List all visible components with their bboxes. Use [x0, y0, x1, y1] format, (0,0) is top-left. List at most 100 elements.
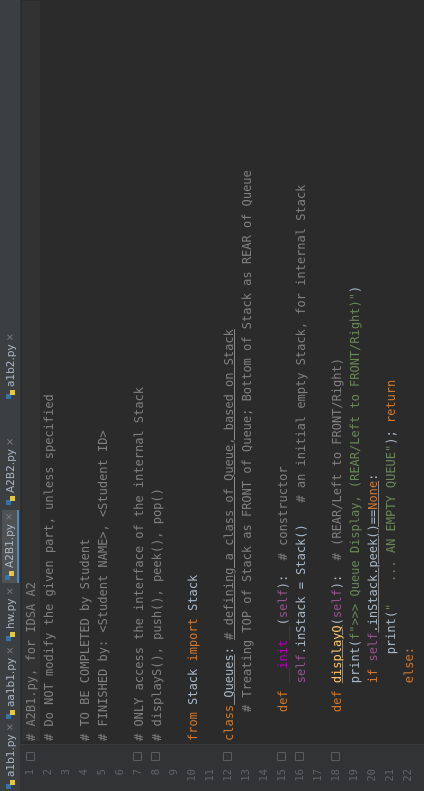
fold-marker-icon[interactable] — [26, 752, 35, 761]
code-text: : — [366, 473, 380, 481]
fold-marker-icon[interactable] — [151, 752, 160, 761]
line-number: 9 — [168, 769, 180, 776]
comment: # an initial empty Stack, for internal S… — [294, 184, 308, 503]
fold-marker-icon[interactable] — [277, 752, 286, 761]
line-number: 19 — [348, 769, 360, 782]
self-keyword: self — [276, 589, 290, 619]
code-line-2: # Do NOT modify the given part, unless s… — [40, 394, 58, 741]
python-file-icon — [6, 632, 15, 641]
comment: # ONLY access the interface of the inter… — [132, 386, 146, 741]
close-tab-icon[interactable]: × — [4, 513, 15, 521]
line-number: 16 — [294, 769, 306, 782]
python-file-icon — [6, 496, 15, 505]
line-number: 10 — [186, 769, 198, 782]
comment: # displayS(), push(), peek(), pop() — [150, 488, 164, 741]
code-line-12: class Queues: # defining a class of Queu… — [220, 329, 238, 741]
code-line-18: def displayQ(self): # (REAR/Left to FRON… — [330, 358, 344, 713]
string-literal: f">>> Queue Display, (REAR/Left to FRONT… — [348, 293, 362, 640]
line-number: 2 — [42, 769, 54, 776]
tab-hw[interactable]: hw.py × — [2, 587, 19, 641]
code-line-10: from Stack import Stack — [184, 575, 202, 741]
close-tab-icon[interactable]: × — [5, 723, 16, 731]
comment: # Treating TOP of Stack as FRONT of Queu… — [240, 170, 254, 713]
code-line-20: if self.inStack.peek()==None: — [364, 474, 382, 741]
function-name: __init__ — [276, 625, 290, 684]
line-number: 6 — [114, 769, 126, 776]
code-text: .inStack = Stack() — [294, 524, 308, 655]
function-name: displayQ — [330, 625, 344, 684]
fold-marker-icon[interactable] — [331, 752, 340, 761]
line-number: 4 — [78, 769, 90, 776]
comment: # (REAR/Left to FRONT/Right) — [330, 358, 344, 561]
editor-tab-bar: a1b1.py × aa1b1.py × hw.py × A2B1.py × A… — [0, 0, 21, 791]
comment: # A2B1.py, for IDSA A2 — [24, 582, 38, 741]
line-number: 14 — [258, 769, 270, 782]
line-number: 11 — [204, 769, 216, 782]
tab-label: aa1b1.py — [4, 657, 17, 707]
keyword: None — [366, 480, 380, 510]
tab-label: A2B2.py — [4, 449, 17, 493]
tab-a2b2[interactable]: A2B2.py × — [2, 438, 19, 505]
code-line-4: # TO BE COMPLETED by Student — [76, 539, 94, 741]
comment: # TO BE COMPLETED by Student — [78, 538, 92, 741]
tab-a1b1[interactable]: a1b1.py × — [2, 723, 19, 789]
line-number: 13 — [240, 769, 252, 782]
class-name: Queues — [222, 654, 236, 705]
tab-label: A2B1.py — [3, 524, 16, 568]
line-number: 17 — [312, 769, 324, 782]
keyword: from — [186, 712, 200, 741]
line-number: 3 — [60, 769, 72, 776]
code-line-21: print(" ... AN EMPTY QUEUE"); return — [382, 380, 400, 741]
import-name: Stack — [186, 574, 200, 619]
comment: # FINISHED by: <Student NAME>, <Student … — [96, 430, 110, 741]
code-line-22: else: — [400, 647, 418, 741]
code-text: .inStack.peek()== — [366, 509, 380, 633]
keyword: if — [366, 668, 380, 684]
fold-marker-icon[interactable] — [295, 752, 304, 761]
self-keyword: self — [366, 632, 380, 662]
code-line-1: # A2B1.py, for IDSA A2 — [22, 582, 40, 741]
line-number: 7 — [132, 769, 144, 776]
code-text: print( — [348, 639, 362, 684]
keyword: class — [222, 704, 236, 741]
line-number-gutter: 1 2 3 4 5 6 7 8 9 10 11 12 13 14 15 16 1… — [21, 744, 424, 791]
comment: # Do NOT modify the given part, unless s… — [42, 394, 56, 741]
line-number: 1 — [24, 769, 36, 776]
fold-marker-icon[interactable] — [223, 752, 232, 761]
tab-a1b2[interactable]: a1b2.py × — [2, 333, 19, 399]
editor-window: a1b1.py × aa1b1.py × hw.py × A2B1.py × A… — [0, 0, 424, 791]
self-keyword: self — [330, 589, 344, 619]
python-file-icon — [6, 390, 15, 399]
comment: # defining a class of Queue, based on St… — [222, 329, 236, 640]
tab-label: a1b2.py — [4, 344, 17, 387]
module-name: Stack — [186, 661, 200, 713]
tab-label: hw.py — [4, 598, 17, 630]
line-number: 15 — [276, 769, 288, 782]
code-line-5: # FINISHED by: <Student NAME>, <Student … — [94, 430, 112, 741]
self-keyword: self — [294, 654, 308, 684]
close-tab-icon[interactable]: × — [5, 646, 16, 654]
keyword: else: — [402, 647, 416, 684]
tab-aa1b1[interactable]: aa1b1.py × — [2, 646, 19, 719]
code-editor[interactable]: # A2B1.py, for IDSA A2 # Do NOT modify t… — [21, 1, 424, 741]
line-number: 12 — [222, 769, 234, 782]
tab-a2b1[interactable]: A2B1.py × — [2, 509, 19, 583]
keyword: def — [276, 690, 290, 713]
code-text: : — [222, 639, 236, 655]
tab-label: a1b1.py — [4, 734, 17, 777]
code-line-16: self.inStack = Stack() # an initial empt… — [292, 185, 310, 741]
line-number: 20 — [366, 769, 378, 782]
close-tab-icon[interactable]: × — [5, 587, 16, 595]
python-file-icon — [6, 780, 15, 789]
close-tab-icon[interactable]: × — [5, 438, 16, 446]
line-number: 22 — [402, 769, 414, 782]
line-number: 8 — [150, 769, 162, 776]
keyword: import — [186, 618, 200, 662]
code-text: ) — [348, 285, 362, 294]
code-line-8: # displayS(), push(), peek(), pop() — [148, 488, 166, 741]
code-line-15: def __init__(self): # constructor — [276, 466, 290, 713]
python-file-icon — [5, 571, 14, 580]
fold-marker-icon[interactable] — [133, 752, 142, 761]
close-tab-icon[interactable]: × — [5, 333, 16, 341]
code-line-13: # Treating TOP of Stack as FRONT of Queu… — [238, 170, 256, 741]
